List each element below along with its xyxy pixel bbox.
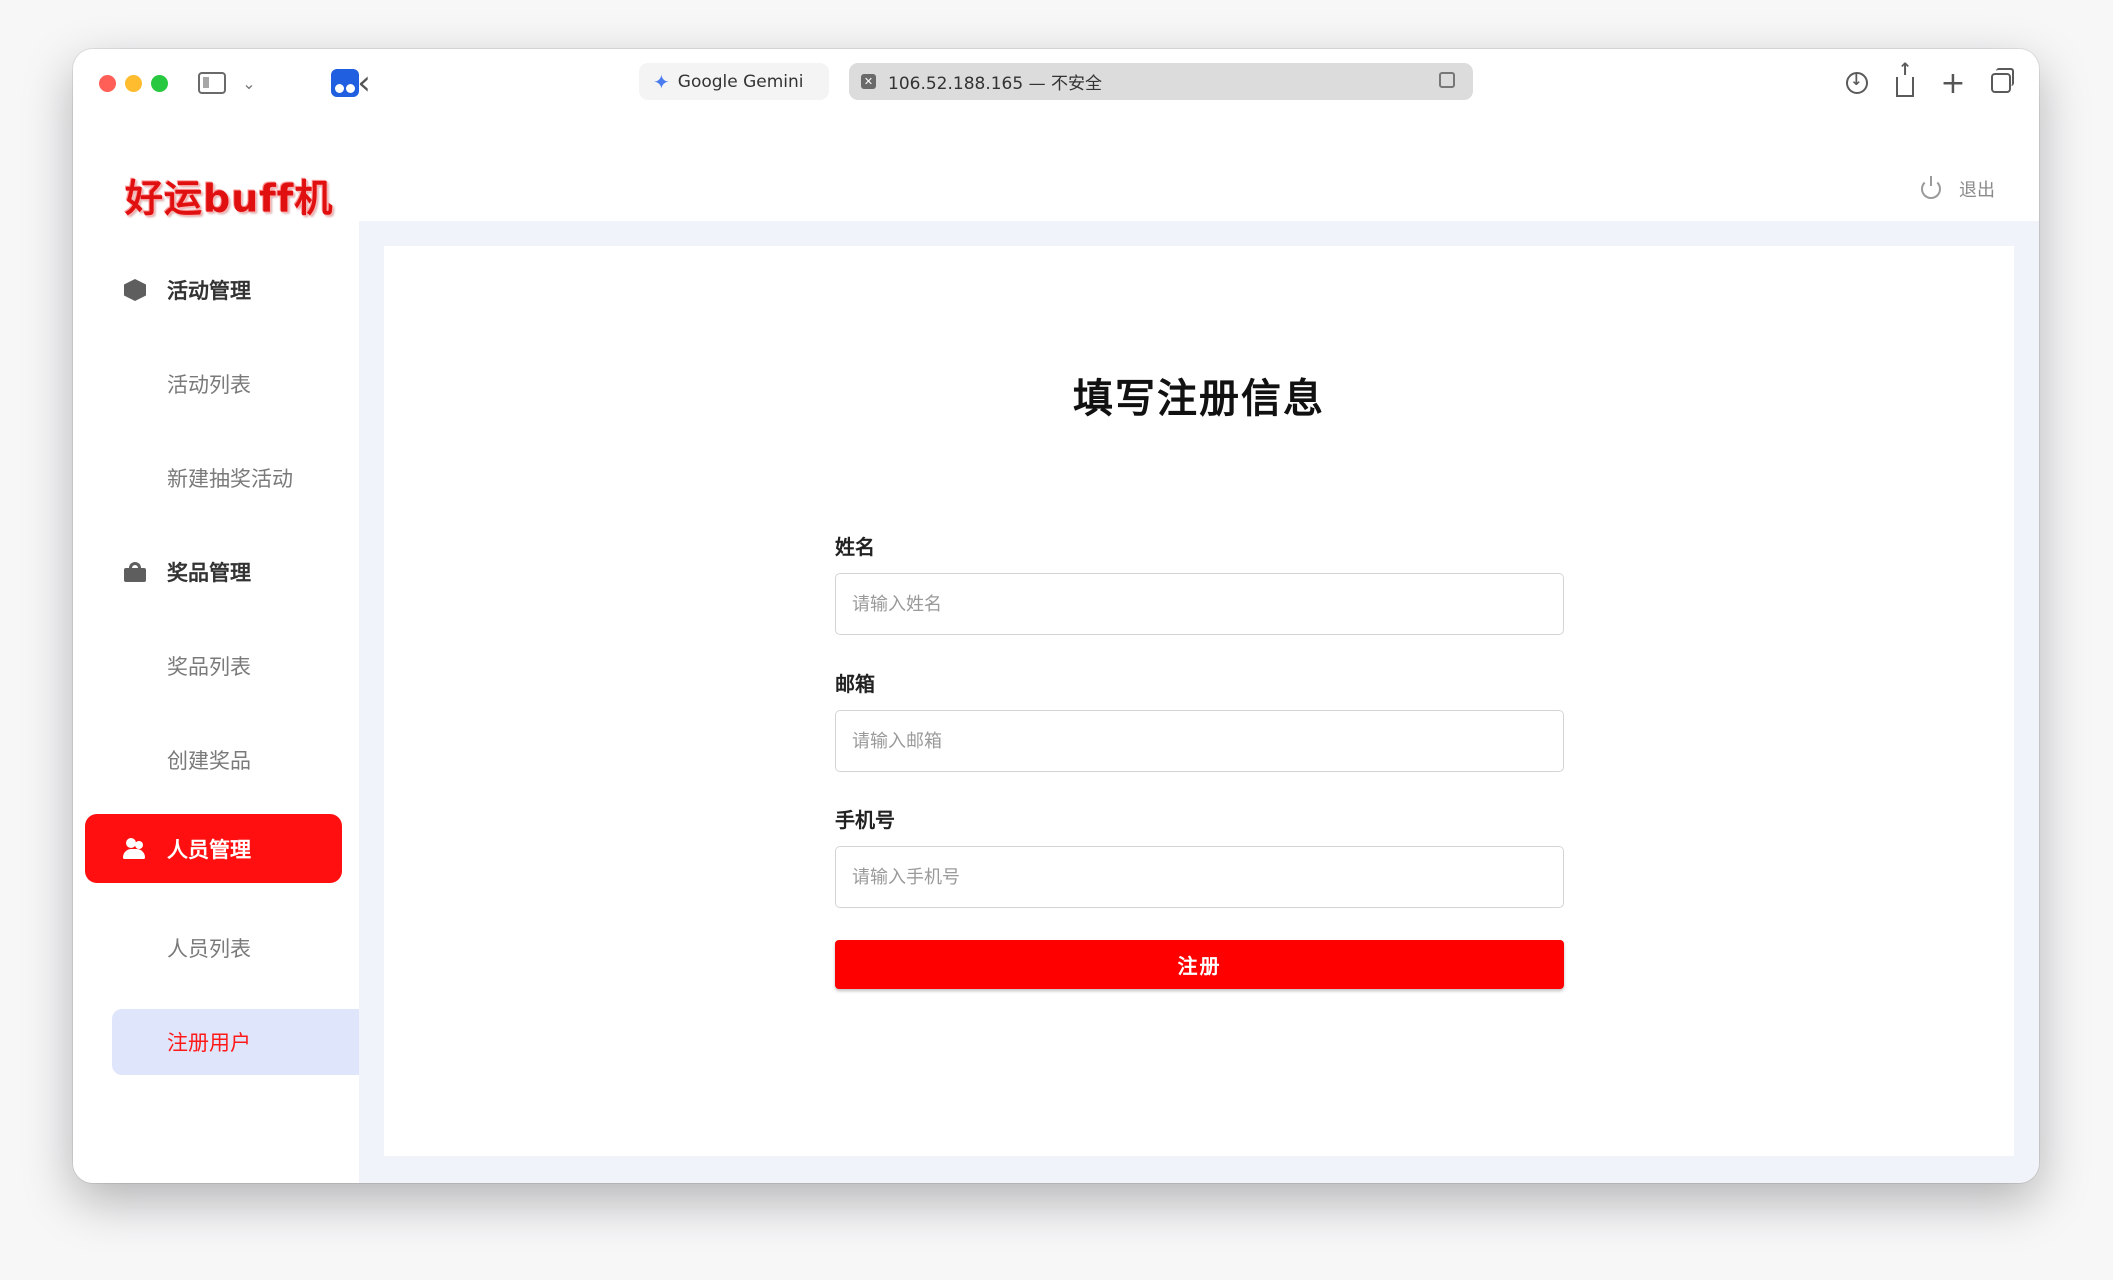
sidebar-item-label: 人员列表 [167, 937, 251, 961]
tab-label: Google Gemini [677, 71, 804, 92]
insecure-site-icon: ✕ [861, 74, 876, 89]
sidebar-group-activity[interactable]: 活动管理 [85, 257, 342, 323]
sidebar-toggle-icon[interactable] [198, 72, 226, 94]
browser-window: ⌄ ‹ ✦ Google Gemini ✕ 106.52.188.165 — 不… [73, 49, 2039, 1183]
tab-google-gemini[interactable]: ✦ Google Gemini [639, 63, 829, 100]
sidebar-item-create-prize[interactable]: 创建奖品 [167, 727, 359, 793]
tab-label: 106.52.188.165 — 不安全 [888, 74, 1102, 94]
minimize-window-button[interactable] [125, 75, 142, 92]
cube-icon [123, 278, 147, 302]
gemini-star-icon: ✦ [653, 69, 670, 94]
email-label: 邮箱 [835, 672, 875, 696]
chevron-down-icon[interactable]: ⌄ [239, 67, 259, 99]
reader-mode-icon[interactable] [1439, 72, 1455, 88]
sidebar-item-label: 奖品列表 [167, 655, 251, 679]
users-icon [123, 837, 147, 861]
sidebar-group-label: 活动管理 [167, 279, 251, 303]
registration-card: 填写注册信息 姓名 邮箱 手机号 注册 [384, 246, 2014, 1156]
browser-titlebar: ⌄ ‹ ✦ Google Gemini ✕ 106.52.188.165 — 不… [73, 49, 2039, 119]
sidebar-item-label: 创建奖品 [167, 749, 251, 773]
zoom-window-button[interactable] [151, 75, 168, 92]
download-icon[interactable] [1841, 67, 1873, 99]
sidebar-item-register-user[interactable]: 注册用户 [112, 1009, 359, 1075]
sidebar-group-label: 人员管理 [167, 837, 251, 862]
sidebar-item-activity-list[interactable]: 活动列表 [167, 351, 359, 417]
sidebar-group-label: 奖品管理 [167, 561, 251, 585]
sidebar-item-people-list[interactable]: 人员列表 [167, 915, 359, 981]
logout-button[interactable]: 退出 [1921, 176, 1995, 202]
register-button[interactable]: 注册 [835, 940, 1564, 989]
sidebar-item-label: 注册用户 [167, 1031, 251, 1055]
name-label: 姓名 [835, 535, 875, 559]
tab-overview-icon[interactable] [1985, 67, 2017, 99]
logout-label: 退出 [1959, 180, 1995, 201]
new-tab-icon[interactable]: + [1937, 66, 1969, 101]
close-window-button[interactable] [99, 75, 116, 92]
sidebar-group-prize[interactable]: 奖品管理 [85, 539, 342, 605]
page-title: 填写注册信息 [1073, 376, 1325, 422]
power-icon [1921, 176, 1941, 199]
tab-current-site[interactable]: ✕ 106.52.188.165 — 不安全 [849, 63, 1473, 100]
sidebar-item-label: 新建抽奖活动 [167, 467, 293, 491]
app-logo: 好运buff机 [125, 176, 334, 221]
sidebar-group-people[interactable]: 人员管理 [85, 814, 342, 883]
sidebar-item-prize-list[interactable]: 奖品列表 [167, 633, 359, 699]
name-input[interactable] [835, 573, 1564, 635]
phone-label: 手机号 [835, 808, 895, 832]
email-input[interactable] [835, 710, 1564, 772]
share-icon[interactable] [1889, 60, 1921, 99]
extension-icon[interactable] [331, 69, 359, 97]
sidebar: 活动管理 活动列表 新建抽奖活动 奖品管理 奖品列表 创建奖品 人员管理 人员列… [73, 221, 359, 1183]
sidebar-item-label: 活动列表 [167, 373, 251, 397]
sidebar-item-new-lottery[interactable]: 新建抽奖活动 [167, 445, 359, 511]
gift-icon [123, 560, 147, 584]
phone-input[interactable] [835, 846, 1564, 908]
